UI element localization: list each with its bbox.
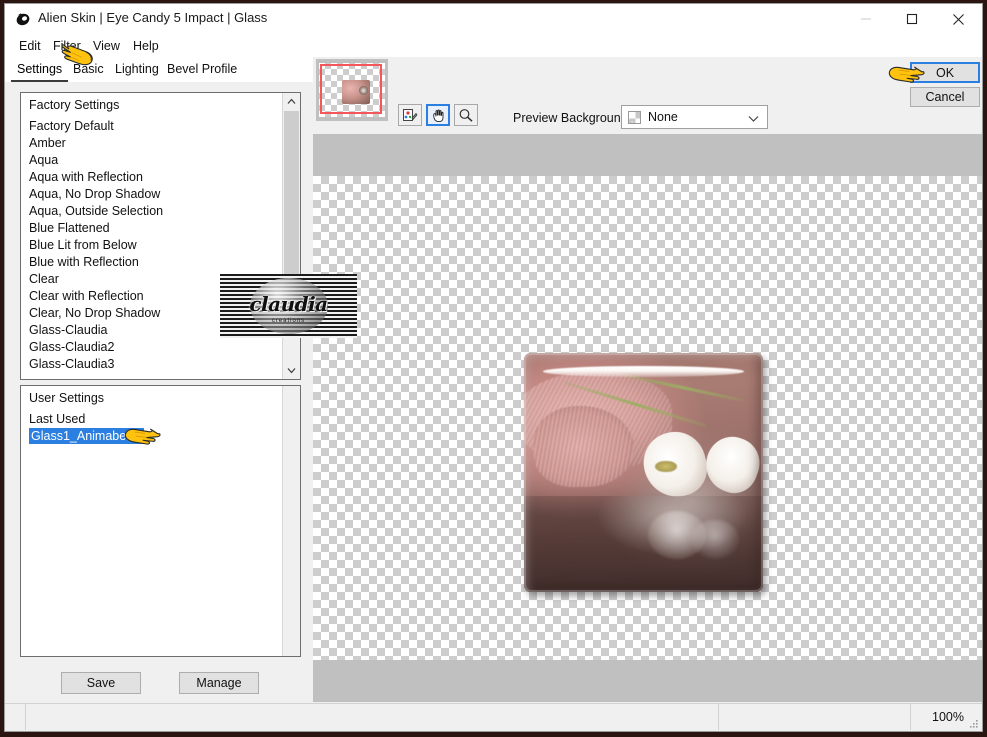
zoom-tool-button[interactable] bbox=[454, 104, 478, 126]
watermark-subtext: creations bbox=[271, 318, 306, 324]
list-item[interactable]: Amber bbox=[21, 135, 282, 152]
list-item[interactable]: Blue Flattened bbox=[21, 220, 282, 237]
status-separator-1 bbox=[25, 704, 27, 730]
list-item[interactable]: Glass-Claudia2 bbox=[21, 339, 282, 356]
pointing-hand-cursor-icon bbox=[124, 428, 161, 445]
maximize-button[interactable] bbox=[889, 4, 935, 34]
hand-cursor-user-preset bbox=[123, 423, 167, 456]
window-title: Alien Skin | Eye Candy 5 Impact | Glass bbox=[38, 10, 268, 25]
zoom-level-text: 100% bbox=[932, 710, 964, 724]
title-bar: Alien Skin | Eye Candy 5 Impact | Glass bbox=[5, 4, 982, 34]
save-button[interactable]: Save bbox=[61, 672, 141, 694]
minimize-icon bbox=[861, 18, 871, 20]
scroll-down-button[interactable] bbox=[283, 362, 300, 379]
list-item[interactable]: Aqua with Reflection bbox=[21, 169, 282, 186]
pointing-hand-cursor-icon bbox=[61, 44, 93, 66]
hand-tool-button[interactable] bbox=[426, 104, 450, 126]
status-separator-2 bbox=[718, 704, 720, 730]
hand-cursor-ok-button bbox=[887, 62, 931, 95]
zoom-icon bbox=[459, 108, 473, 122]
user-settings-header: User Settings bbox=[29, 391, 105, 405]
factory-settings-header: Factory Settings bbox=[29, 98, 120, 112]
color-picker-tool-button[interactable] bbox=[398, 104, 422, 126]
preview-band-bottom bbox=[313, 660, 982, 702]
list-item[interactable]: Aqua bbox=[21, 152, 282, 169]
preview-band-top bbox=[313, 134, 982, 176]
tab-lighting[interactable]: Lighting bbox=[109, 59, 165, 80]
manage-button[interactable]: Manage bbox=[179, 672, 259, 694]
menu-item-help[interactable]: Help bbox=[129, 38, 163, 54]
list-item[interactable]: Glass-Claudia3 bbox=[21, 356, 282, 373]
application-window: Alien Skin | Eye Candy 5 Impact | Glass … bbox=[4, 3, 983, 732]
menu-bar: Edit Filter View Help bbox=[5, 34, 982, 57]
navigator-viewport-rect[interactable] bbox=[320, 64, 382, 114]
user-list-scrollbar[interactable] bbox=[282, 386, 300, 656]
preview-background-label: Preview Background: bbox=[513, 111, 632, 125]
chevron-down-icon bbox=[287, 368, 296, 374]
chevron-down-icon[interactable] bbox=[748, 112, 759, 126]
app-icon bbox=[15, 11, 32, 28]
scrollbar-thumb[interactable] bbox=[284, 111, 299, 281]
settings-pane: Factory Settings Factory Default Amber A… bbox=[5, 82, 313, 712]
hand-icon bbox=[432, 109, 443, 122]
watermark-text: claudia bbox=[249, 292, 328, 316]
menu-item-edit[interactable]: Edit bbox=[15, 38, 45, 54]
close-button[interactable] bbox=[935, 4, 981, 34]
preview-canvas[interactable] bbox=[313, 176, 982, 660]
list-item[interactable]: Factory Default bbox=[21, 118, 282, 135]
preview-pane: Preview Background: None bbox=[313, 57, 982, 702]
chevron-up-icon bbox=[287, 98, 296, 104]
maximize-icon bbox=[906, 13, 918, 25]
hand-cursor-filter-menu bbox=[55, 42, 99, 75]
preview-background-swatch bbox=[628, 110, 641, 124]
color-picker-icon bbox=[403, 108, 418, 121]
scroll-up-button[interactable] bbox=[283, 93, 300, 110]
navigator-thumbnail[interactable] bbox=[316, 59, 388, 121]
status-bar: 100% bbox=[5, 703, 982, 731]
watermark-overlay: claudia creations bbox=[220, 274, 357, 338]
preview-background-select[interactable]: None bbox=[621, 105, 768, 129]
preview-background-value: None bbox=[648, 110, 678, 124]
list-item[interactable]: Blue Lit from Below bbox=[21, 237, 282, 254]
list-item[interactable]: Aqua, Outside Selection bbox=[21, 203, 282, 220]
list-item[interactable]: Aqua, No Drop Shadow bbox=[21, 186, 282, 203]
minimize-button[interactable] bbox=[843, 4, 889, 34]
preview-image bbox=[524, 353, 763, 592]
resize-grip[interactable] bbox=[969, 718, 979, 728]
list-item[interactable]: Blue with Reflection bbox=[21, 254, 282, 271]
close-icon bbox=[952, 13, 964, 25]
tab-bevel-profile[interactable]: Bevel Profile bbox=[161, 59, 243, 80]
pointing-hand-cursor-icon bbox=[888, 66, 925, 83]
